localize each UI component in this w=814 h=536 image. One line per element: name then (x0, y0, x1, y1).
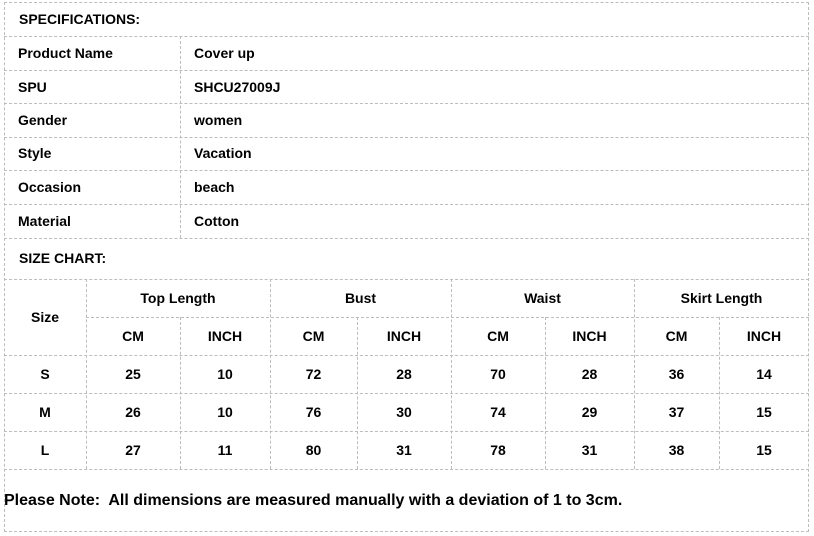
row-divider (86, 317, 809, 318)
spec-label: Occasion (18, 179, 82, 195)
spec-label: SPU (18, 79, 47, 95)
unit-header: INCH (572, 328, 607, 344)
measurement-cell: 10 (217, 366, 233, 382)
unit-header: CM (302, 328, 325, 344)
column-divider (180, 36, 181, 238)
measurement-cell: 74 (490, 404, 506, 420)
row-divider (4, 431, 809, 432)
measurement-cell: 30 (396, 404, 412, 420)
measurement-cell: 70 (490, 366, 506, 382)
row-divider (4, 355, 809, 356)
row-divider (4, 170, 809, 171)
row-divider (4, 137, 809, 138)
measurement-cell: 11 (217, 442, 233, 458)
group-header: Waist (524, 290, 561, 306)
measurement-cell: 37 (668, 404, 685, 420)
specifications-heading: SPECIFICATIONS: (19, 11, 141, 27)
measurement-cell: 72 (305, 366, 322, 382)
measurement-cell: 28 (396, 366, 412, 382)
spec-value: women (194, 112, 243, 128)
spec-label: Style (18, 145, 52, 161)
group-header: Bust (344, 290, 377, 306)
spec-label: Gender (18, 112, 68, 128)
size-label: L (40, 442, 50, 458)
measurement-cell: 27 (125, 442, 141, 458)
size-label: M (39, 404, 51, 420)
group-header: Skirt Length (680, 290, 763, 306)
measurement-cell: 28 (581, 366, 598, 382)
row-divider (4, 36, 809, 37)
spec-label: Product Name (18, 45, 113, 61)
spec-value: Cover up (194, 45, 255, 61)
measurement-cell: 15 (756, 404, 772, 420)
spec-value: Vacation (194, 145, 252, 161)
measurement-note: Please Note: All dimensions are measured… (4, 492, 623, 509)
measurement-cell: 26 (125, 404, 141, 420)
group-header: Top Length (140, 290, 216, 306)
row-divider (4, 469, 809, 470)
measurement-cell: 15 (756, 442, 772, 458)
measurement-cell: 14 (756, 366, 772, 382)
row-divider (4, 393, 809, 394)
unit-header: INCH (207, 328, 243, 344)
unit-header: CM (487, 328, 509, 344)
spec-value: Cotton (194, 213, 240, 229)
measurement-cell: 80 (305, 442, 322, 458)
spec-value: beach (194, 179, 235, 195)
measurement-cell: 31 (581, 442, 598, 458)
size-column-header: Size (30, 309, 59, 325)
unit-header: CM (665, 328, 688, 344)
row-divider (4, 204, 809, 205)
size-chart-heading: SIZE CHART: (19, 250, 107, 266)
unit-header: INCH (386, 328, 422, 344)
row-divider (4, 238, 809, 239)
measurement-cell: 76 (305, 404, 322, 420)
unit-header: CM (122, 328, 144, 344)
measurement-cell: 31 (396, 442, 412, 458)
measurement-cell: 78 (490, 442, 506, 458)
spec-label: Material (18, 213, 71, 229)
measurement-cell: 29 (581, 404, 598, 420)
row-divider (4, 103, 809, 104)
size-label: S (40, 366, 50, 382)
row-divider (4, 70, 809, 71)
row-divider (4, 279, 809, 280)
measurement-cell: 10 (217, 404, 233, 420)
measurement-cell: 25 (125, 366, 141, 382)
unit-header: INCH (746, 328, 782, 344)
measurement-cell: 38 (668, 442, 685, 458)
spec-value: SHCU27009J (194, 79, 281, 95)
measurement-cell: 36 (668, 366, 685, 382)
